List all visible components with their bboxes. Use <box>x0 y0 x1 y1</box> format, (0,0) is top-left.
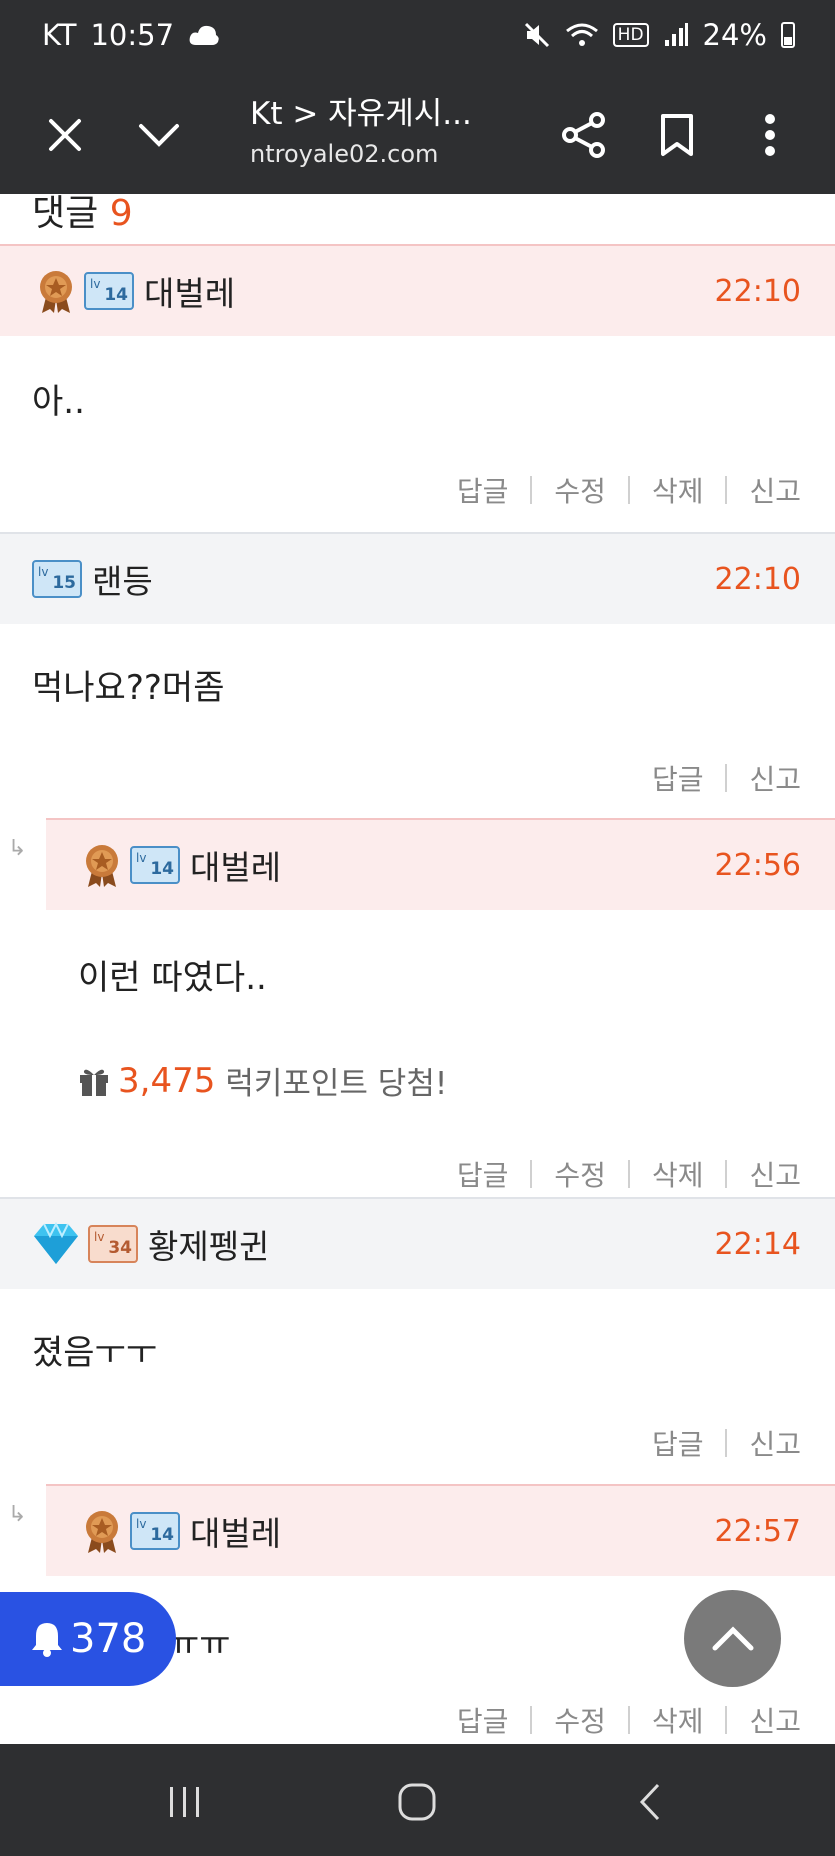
delete-button[interactable]: 삭제 <box>652 1154 704 1194</box>
clock: 10:57 <box>90 18 175 52</box>
comment-body: ㅠㅠ <box>168 1624 231 1664</box>
comment-author[interactable]: 대벌레 <box>190 1507 281 1555</box>
bronze-medal-icon <box>82 1507 122 1555</box>
weather-cloud-icon <box>189 25 219 45</box>
signal-icon <box>664 23 688 46</box>
comment-body: 아.. <box>32 382 85 422</box>
report-button[interactable]: 신고 <box>749 470 801 510</box>
report-button[interactable]: 신고 <box>749 1423 801 1463</box>
level-badge: lv 14 <box>130 846 180 884</box>
comment-author[interactable]: 황제펭귄 <box>148 1220 269 1268</box>
comment-section: 댓글 9 lv 14 대벌레 22:10 아.. 답글 수정 삭제 신고 lv … <box>0 194 835 1744</box>
delete-button[interactable]: 삭제 <box>652 1700 704 1740</box>
comment-actions: 답글 신고 <box>652 1423 801 1463</box>
app-root: KT 10:57 HD 24% Kt > 자유게시... ntroyale02.… <box>0 0 835 1856</box>
reply-button[interactable]: 답글 <box>457 1154 509 1194</box>
status-bar: KT 10:57 HD 24% <box>0 0 835 80</box>
scroll-to-top-button[interactable] <box>684 1590 781 1687</box>
bookmark-button[interactable] <box>642 100 712 170</box>
comment-time: 22:10 <box>714 273 801 309</box>
level-badge: lv 34 <box>88 1225 138 1263</box>
wifi-icon <box>565 23 598 46</box>
share-icon <box>562 112 605 158</box>
chevron-down-icon <box>139 124 179 147</box>
comment-author[interactable]: 대벌레 <box>190 841 281 889</box>
close-tab-button[interactable] <box>30 100 100 170</box>
bell-icon <box>32 1623 62 1657</box>
battery-percent: 24% <box>702 18 767 52</box>
comment-actions: 답글 수정 삭제 신고 <box>457 470 801 510</box>
more-options-button[interactable] <box>735 100 805 170</box>
back-icon <box>639 1783 660 1821</box>
comment-body: 졌음ㅜㅜ <box>32 1333 158 1373</box>
recent-apps-icon <box>170 1787 199 1817</box>
comment-time: 22:10 <box>714 561 801 597</box>
comment-header: lv 15 랜등 22:10 <box>0 532 835 624</box>
notification-count: 378 <box>70 1616 147 1662</box>
minimize-button[interactable] <box>124 100 194 170</box>
comment-body: 이런 따였다.. <box>78 958 267 998</box>
comment-body: 먹나요??머좀 <box>32 668 225 708</box>
chevron-up-icon <box>712 1625 753 1650</box>
page-title[interactable]: Kt > 자유게시... <box>250 88 472 133</box>
comment-header: lv 14 대벌레 22:10 <box>0 244 835 336</box>
notification-button[interactable]: 378 <box>0 1592 176 1686</box>
bronze-medal-icon <box>82 841 122 889</box>
comment-header: lv 34 황제펭귄 22:14 <box>0 1197 835 1289</box>
reply-button[interactable]: 답글 <box>457 1700 509 1740</box>
home-icon <box>398 1783 436 1821</box>
page-url[interactable]: ntroyale02.com <box>250 140 438 168</box>
report-button[interactable]: 신고 <box>749 1154 801 1194</box>
hd-badge: HD <box>612 23 649 47</box>
level-badge: lv 14 <box>130 1512 180 1550</box>
comment-count-header: 댓글 9 <box>32 194 133 234</box>
share-button[interactable] <box>549 100 619 170</box>
bronze-medal-icon <box>36 267 76 315</box>
recent-apps-button[interactable] <box>155 1772 215 1832</box>
gift-icon <box>80 1069 108 1096</box>
lucky-points-notice: 3,475 럭키포인트 당첨! <box>78 1058 447 1103</box>
comment-header: lv 14 대벌레 22:57 <box>46 1484 835 1576</box>
lucky-points-label: 럭키포인트 당첨! <box>225 1066 448 1102</box>
comment-actions: 답글 수정 삭제 신고 <box>457 1700 801 1740</box>
comment-time: 22:14 <box>714 1226 801 1262</box>
more-vertical-icon <box>765 114 775 156</box>
report-button[interactable]: 신고 <box>749 758 801 798</box>
diamond-icon <box>32 1221 80 1266</box>
comment-header: lv 14 대벌레 22:56 <box>46 818 835 910</box>
comment-author[interactable]: 랜등 <box>92 555 153 603</box>
bookmark-icon <box>661 114 693 156</box>
reply-button[interactable]: 답글 <box>652 758 704 798</box>
top-bar: KT 10:57 HD 24% Kt > 자유게시... ntroyale02.… <box>0 0 835 194</box>
mute-icon <box>524 22 549 48</box>
comment-actions: 답글 수정 삭제 신고 <box>457 1154 801 1194</box>
browser-toolbar: Kt > 자유게시... ntroyale02.com <box>0 80 835 194</box>
edit-button[interactable]: 수정 <box>554 1154 606 1194</box>
level-badge: lv 14 <box>84 272 134 310</box>
edit-button[interactable]: 수정 <box>554 1700 606 1740</box>
reply-button[interactable]: 답글 <box>652 1423 704 1463</box>
comment-actions: 답글 신고 <box>652 758 801 798</box>
reply-arrow-icon: ↳ <box>8 836 27 861</box>
delete-button[interactable]: 삭제 <box>652 470 704 510</box>
lucky-points-value: 3,475 <box>118 1060 216 1101</box>
edit-button[interactable]: 수정 <box>554 470 606 510</box>
level-badge: lv 15 <box>32 560 82 598</box>
reply-button[interactable]: 답글 <box>457 470 509 510</box>
comment-author[interactable]: 대벌레 <box>144 267 235 315</box>
comment-count: 9 <box>109 194 133 234</box>
battery-icon <box>781 22 795 48</box>
close-icon <box>49 119 81 151</box>
comment-time: 22:57 <box>714 1513 801 1549</box>
back-button[interactable] <box>620 1772 680 1832</box>
system-navigation-bar <box>0 1744 835 1856</box>
reply-arrow-icon: ↳ <box>8 1502 27 1527</box>
comment-time: 22:56 <box>714 847 801 883</box>
report-button[interactable]: 신고 <box>749 1700 801 1740</box>
carrier-label: KT <box>42 18 77 52</box>
home-button[interactable] <box>387 1772 447 1832</box>
